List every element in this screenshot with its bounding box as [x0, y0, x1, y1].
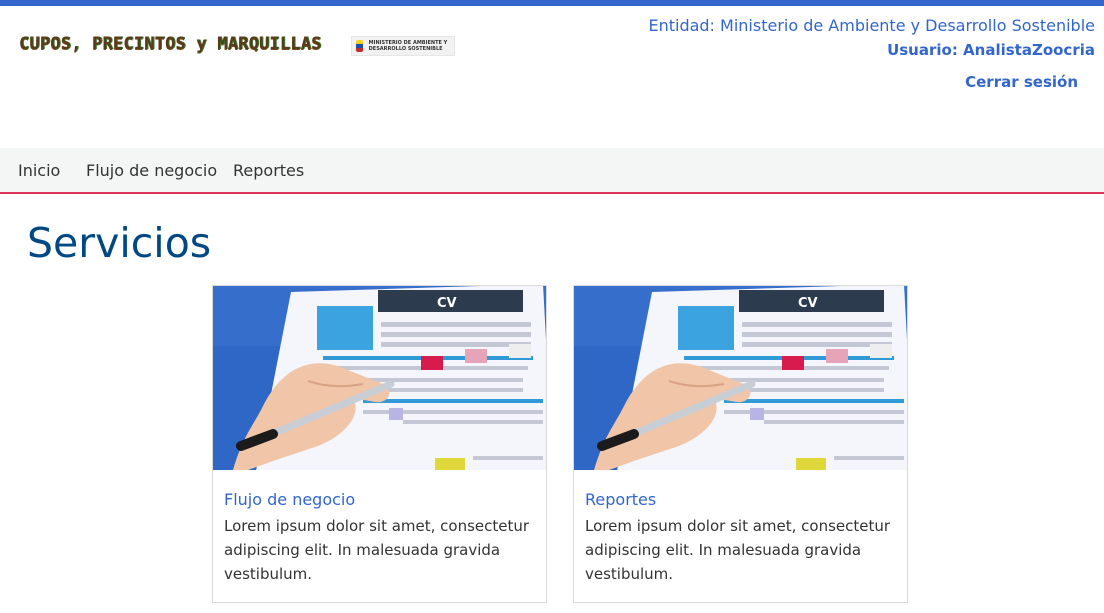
document-illustration-icon: CV — [213, 286, 546, 470]
page-title: Servicios — [27, 219, 212, 267]
ministry-logo: MINISTERIO DE AMBIENTE Y DESARROLLO SOST… — [351, 36, 455, 56]
card-title-link[interactable]: Flujo de negocio — [224, 490, 355, 509]
card-description: Lorem ipsum dolor sit amet, consectetur … — [585, 517, 891, 583]
svg-text:CV: CV — [437, 296, 457, 311]
card-image[interactable]: CV — [213, 286, 546, 470]
ministry-logo-text: MINISTERIO DE AMBIENTE Y DESARROLLO SOST… — [368, 40, 448, 52]
main-navbar: Inicio Flujo de negocio Reportes — [0, 148, 1104, 194]
svg-text:CV: CV — [798, 296, 818, 311]
top-accent-bar — [0, 0, 1104, 6]
card-title-link[interactable]: Reportes — [585, 490, 656, 509]
user-label: Usuario: AnalistaZoocria — [887, 41, 1095, 59]
service-card-flujo-de-negocio[interactable]: CV Flujo de negocio Lorem ipsum dolor si… — [212, 285, 547, 603]
colombia-crest-icon — [356, 40, 363, 52]
entity-label: Entidad: Ministerio de Ambiente y Desarr… — [648, 16, 1095, 35]
nav-item-inicio[interactable]: Inicio — [18, 161, 60, 180]
logout-link[interactable]: Cerrar sesión — [965, 73, 1078, 91]
service-card-reportes[interactable]: CV Reportes Lorem ipsum dolor sit amet, … — [573, 285, 908, 603]
card-description: Lorem ipsum dolor sit amet, consectetur … — [224, 517, 530, 583]
app-logo[interactable]: CUPOS, PRECINTOS y MARQUILLAS — [19, 34, 322, 54]
document-illustration-icon: CV — [574, 286, 907, 470]
nav-item-flujo-de-negocio[interactable]: Flujo de negocio — [86, 161, 217, 180]
card-image[interactable]: CV — [574, 286, 907, 470]
nav-item-reportes[interactable]: Reportes — [233, 161, 304, 180]
